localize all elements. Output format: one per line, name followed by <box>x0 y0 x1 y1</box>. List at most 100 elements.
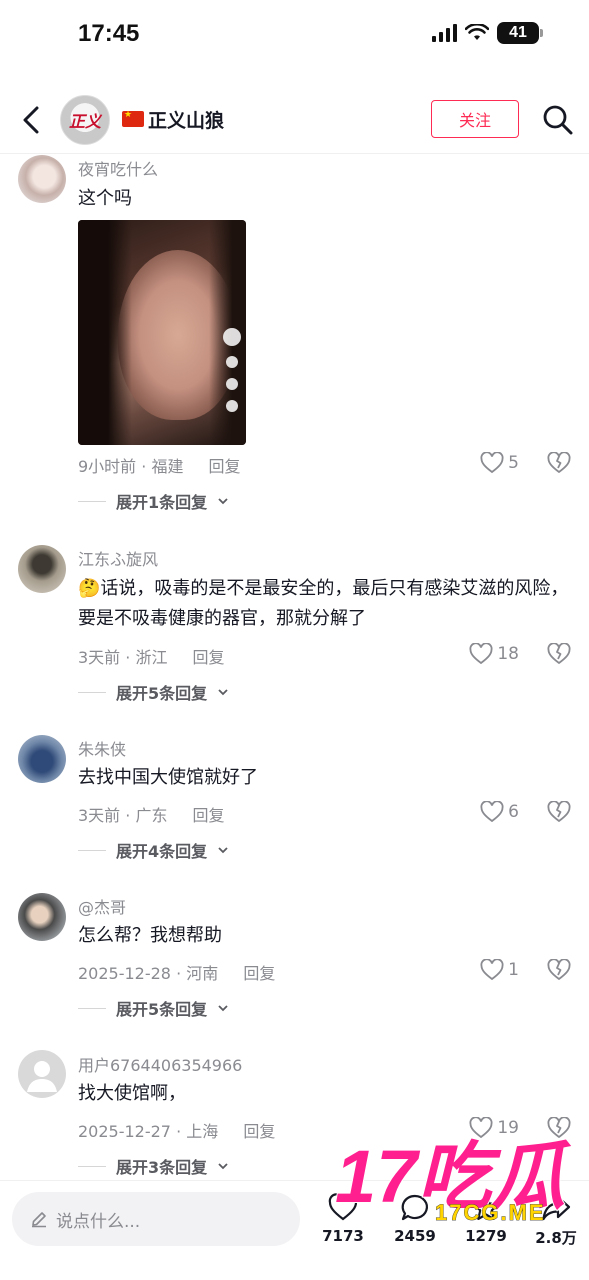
reply-button[interactable]: 回复 <box>193 648 225 667</box>
commenter-avatar[interactable] <box>18 545 66 593</box>
account-avatar[interactable]: 正义 <box>60 95 110 145</box>
comment-meta: 3天前 · 浙江 回复 <box>78 644 225 668</box>
photo-comment-icon <box>226 378 238 390</box>
commenter-avatar[interactable] <box>18 735 66 783</box>
follow-button[interactable]: 关注 <box>431 100 519 138</box>
commenter-avatar[interactable] <box>18 155 66 203</box>
search-icon[interactable] <box>542 104 574 136</box>
expand-replies-button[interactable]: 展开4条回复 <box>78 838 229 862</box>
chevron-down-icon <box>218 689 228 696</box>
heart-outline-icon <box>469 1117 493 1139</box>
comment-time-location: 2025-12-27 · 上海 <box>78 1122 219 1141</box>
heart-outline-icon <box>480 959 504 981</box>
reply-button[interactable]: 回复 <box>243 964 275 983</box>
comment-text: 这个吗 <box>78 188 132 209</box>
favorite-action[interactable]: 1279 <box>456 1193 516 1245</box>
comment-action[interactable]: 2459 <box>385 1193 445 1245</box>
default-user-icon <box>27 1061 57 1092</box>
comment-meta: 2025-12-27 · 上海 回复 <box>78 1118 275 1142</box>
chevron-down-icon <box>218 1005 228 1012</box>
comment-bubble-icon <box>401 1194 428 1221</box>
commenter-username[interactable]: 江东ふ旋风 <box>78 546 158 570</box>
comment-count: 2459 <box>394 1227 436 1245</box>
reply-button[interactable]: 回复 <box>193 806 225 825</box>
photo-avatar-icon <box>223 328 241 346</box>
cellular-signal-icon <box>432 24 457 42</box>
expand-divider <box>78 849 106 851</box>
chevron-down-icon <box>218 1163 228 1170</box>
commenter-avatar[interactable] <box>18 1050 66 1098</box>
expand-divider <box>78 500 106 502</box>
comment-time-location: 3天前 · 广东 <box>78 806 168 825</box>
like-button[interactable]: 18 <box>469 643 519 665</box>
expand-replies-button[interactable]: 展开1条回复 <box>78 489 229 513</box>
commenter-avatar[interactable] <box>18 893 66 941</box>
comment-text: 找大使馆啊， <box>78 1083 186 1104</box>
commenter-username[interactable]: 用户6764406354966 <box>78 1052 242 1076</box>
reply-button[interactable]: 回复 <box>209 457 241 476</box>
comment-input-placeholder: 说点什么... <box>56 1211 141 1232</box>
chevron-down-icon <box>218 498 228 505</box>
like-button[interactable]: 19 <box>469 1117 519 1139</box>
expand-replies-button[interactable]: 展开5条回复 <box>78 680 229 704</box>
china-flag-icon <box>122 110 144 127</box>
favorite-count: 1279 <box>465 1227 507 1245</box>
like-button[interactable]: 5 <box>480 452 519 474</box>
commenter-username[interactable]: @杰哥 <box>78 894 126 918</box>
expand-replies-button[interactable]: 展开5条回复 <box>78 996 229 1020</box>
star-icon <box>472 1194 500 1220</box>
like-action[interactable]: 7173 <box>313 1193 373 1245</box>
status-icons: 41 <box>432 22 543 44</box>
expand-divider <box>78 691 106 693</box>
bottom-action-bar: 说点什么... 7173 2459 1279 2.8万 <box>0 1180 589 1280</box>
like-button[interactable]: 6 <box>480 801 519 823</box>
status-time: 17:45 <box>78 20 140 47</box>
photo-hair <box>78 220 246 445</box>
heart-outline-icon <box>469 643 493 665</box>
share-action[interactable]: 2.8万 <box>526 1193 586 1248</box>
commenter-username[interactable]: 朱朱侠 <box>78 736 126 760</box>
expand-replies-label: 展开1条回复 <box>116 493 208 512</box>
expand-replies-label: 展开5条回复 <box>116 684 208 703</box>
comment-input[interactable]: 说点什么... <box>12 1192 300 1246</box>
comment-time-location: 9小时前 · 福建 <box>78 457 184 476</box>
photo-heart-icon <box>226 356 238 368</box>
chevron-down-icon <box>218 847 228 854</box>
dislike-broken-heart-icon[interactable] <box>547 452 571 474</box>
dislike-broken-heart-icon[interactable] <box>547 1117 571 1139</box>
battery-indicator: 41 <box>497 22 543 44</box>
comment-meta: 9小时前 · 福建 回复 <box>78 453 241 477</box>
commenter-username[interactable]: 夜宵吃什么 <box>78 156 158 180</box>
comment-text: 去找中国大使馆就好了 <box>78 767 258 788</box>
like-button[interactable]: 1 <box>480 959 519 981</box>
comment-photo[interactable] <box>78 220 246 445</box>
comment-text: 怎么帮？我想帮助 <box>78 925 222 946</box>
wifi-icon <box>465 24 489 40</box>
comment-meta: 3天前 · 广东 回复 <box>78 802 225 826</box>
like-count: 7173 <box>322 1227 364 1245</box>
dislike-broken-heart-icon[interactable] <box>547 801 571 823</box>
expand-replies-button[interactable]: 展开3条回复 <box>78 1154 229 1178</box>
reply-button[interactable]: 回复 <box>243 1122 275 1141</box>
status-bar: 17:45 41 <box>0 0 589 70</box>
share-arrow-icon <box>542 1195 571 1221</box>
share-count: 2.8万 <box>535 1229 577 1247</box>
back-arrow-icon[interactable] <box>16 102 48 138</box>
photo-star-icon <box>226 400 238 412</box>
top-nav-header: 正义 正义山狼 关注 <box>0 88 589 154</box>
expand-divider <box>78 1007 106 1009</box>
comment-time-location: 3天前 · 浙江 <box>78 648 168 667</box>
pencil-icon <box>32 1212 46 1228</box>
comment-text: 🤔话说，吸毒的是不是最安全的，最后只有感染艾滋的风险，要是不吸毒健康的器官，那就… <box>78 578 569 629</box>
dislike-broken-heart-icon[interactable] <box>547 959 571 981</box>
expand-replies-label: 展开5条回复 <box>116 1000 208 1019</box>
avatar-logo-text: 正义 <box>68 112 101 131</box>
heart-icon <box>328 1193 358 1221</box>
account-name[interactable]: 正义山狼 <box>148 106 224 133</box>
dislike-broken-heart-icon[interactable] <box>547 643 571 665</box>
heart-outline-icon <box>480 801 504 823</box>
like-count: 6 <box>508 802 519 822</box>
like-count: 1 <box>508 960 519 980</box>
expand-replies-label: 展开3条回复 <box>116 1158 208 1177</box>
heart-outline-icon <box>480 452 504 474</box>
